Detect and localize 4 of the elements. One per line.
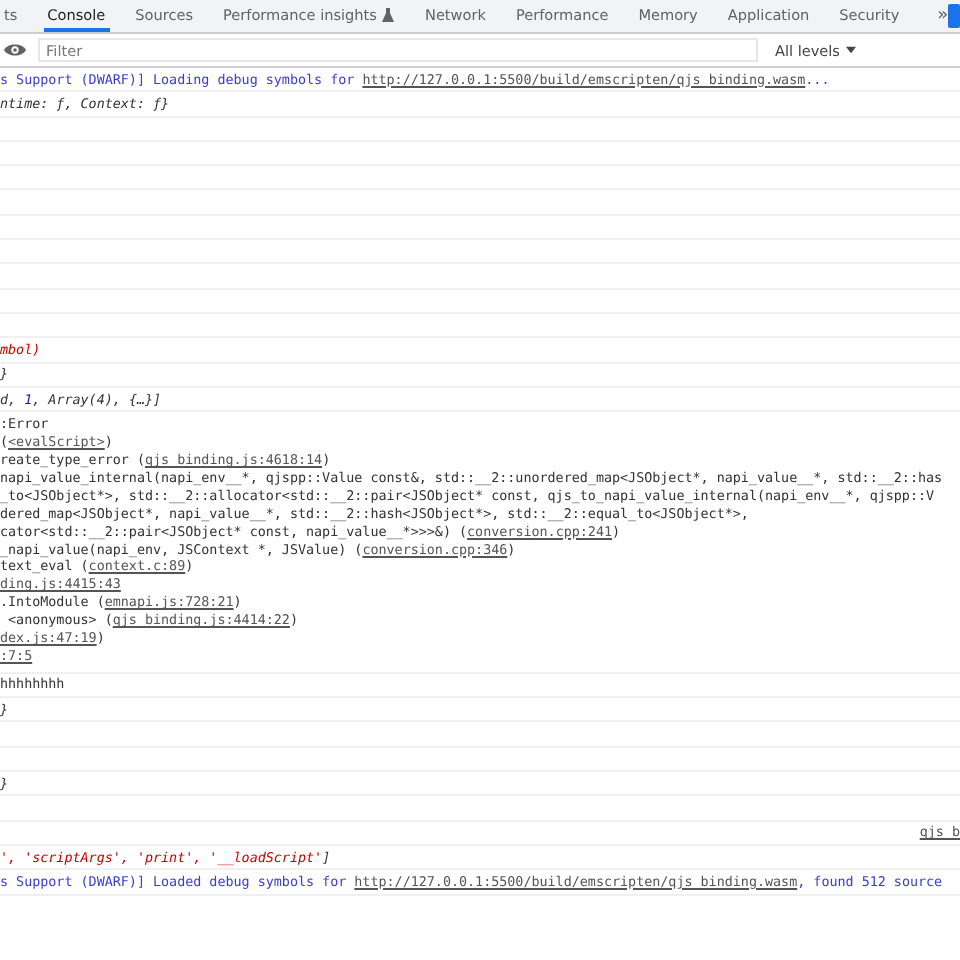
eye-icon[interactable] — [4, 42, 26, 58]
badge-icon — [948, 4, 960, 28]
caret-icon — [846, 46, 856, 54]
more-tabs-button[interactable]: » — [929, 0, 957, 32]
